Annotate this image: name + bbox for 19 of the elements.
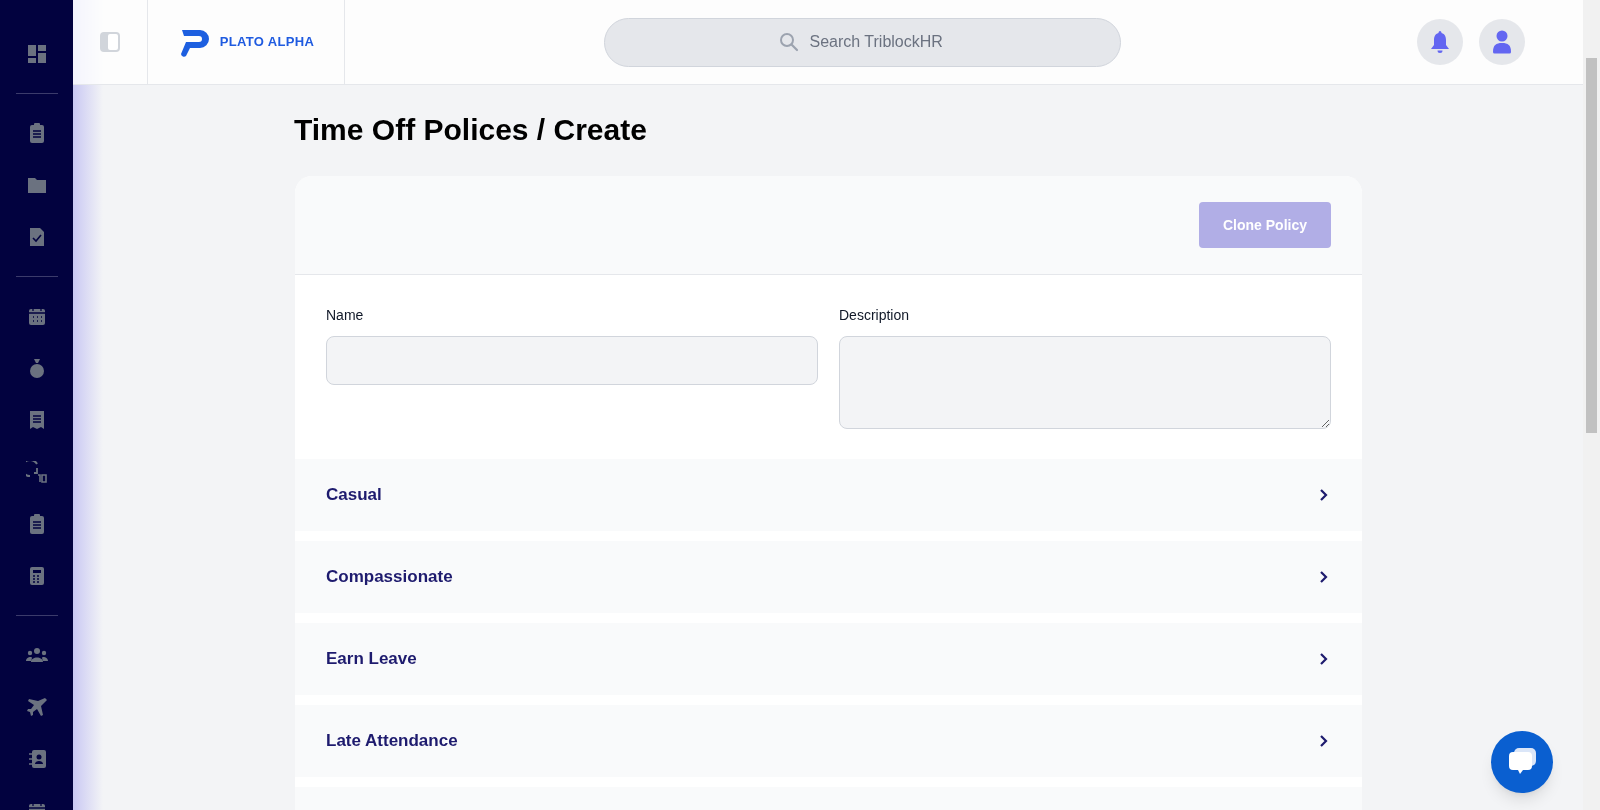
field-label: Name (326, 306, 365, 325)
field-label: Description (839, 306, 911, 325)
notifications-button[interactable] (1417, 19, 1463, 65)
description-field[interactable] (839, 336, 1331, 429)
policy-row[interactable]: Late Attendance (295, 705, 1362, 777)
dashboard-icon[interactable] (25, 43, 48, 65)
name-field[interactable] (326, 336, 818, 385)
bell-icon (1430, 30, 1450, 54)
search-field[interactable]: Search TriblockHR (603, 17, 1121, 67)
logo-text: PLATO ALPHA (219, 33, 315, 52)
policy-row[interactable]: Casual (295, 459, 1362, 531)
profile-button[interactable] (1479, 19, 1525, 65)
policy-row[interactable]: Compassionate (295, 541, 1362, 613)
policy-row[interactable]: Earn Leave (295, 623, 1362, 695)
page-title: Time Off Polices / Create (294, 112, 648, 148)
airplane-icon[interactable] (25, 696, 48, 718)
search-icon (778, 31, 799, 52)
user-icon (1492, 30, 1512, 54)
chat-button[interactable] (1491, 731, 1553, 793)
